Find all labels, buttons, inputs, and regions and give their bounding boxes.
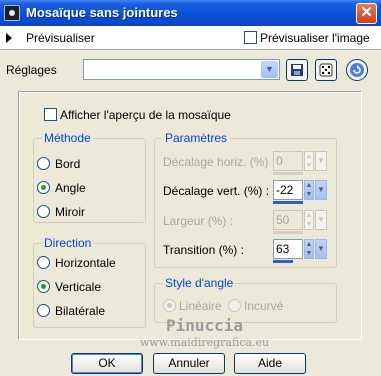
- method-mirror-radio[interactable]: [37, 205, 50, 218]
- horizontal-offset-dropdown[interactable]: ▼: [315, 151, 327, 171]
- vertical-offset-spin[interactable]: ▲ ▼: [304, 180, 314, 200]
- parameters-group-title: Paramètres: [163, 131, 230, 145]
- preview-image-checkbox[interactable]: [244, 31, 257, 44]
- save-preset-button[interactable]: [286, 59, 308, 81]
- vertical-offset-label: Décalage vert. (%) :: [163, 184, 270, 198]
- save-icon: [291, 64, 303, 76]
- angle-style-group-title: Style d'angle: [163, 276, 236, 290]
- direction-vertical-radio[interactable]: [37, 280, 50, 293]
- expand-arrow-icon[interactable]: [6, 33, 12, 43]
- horizontal-offset-spin[interactable]: ▲ ▼: [304, 151, 314, 171]
- help-button[interactable]: Aide: [234, 353, 306, 374]
- angle-linear-radio[interactable]: [163, 299, 176, 312]
- ok-button[interactable]: OK: [71, 353, 143, 374]
- direction-horizontal-label[interactable]: Horizontale: [55, 256, 116, 270]
- method-edge-label[interactable]: Bord: [55, 157, 80, 171]
- angle-curved-label[interactable]: Incurvé: [244, 299, 283, 313]
- angle-curved-radio[interactable]: [228, 299, 241, 312]
- settings-panel: Afficher l'aperçu de la mosaïque Méthode…: [19, 92, 362, 340]
- transition-spin[interactable]: ▲ ▼: [304, 239, 314, 259]
- transition-slider[interactable]: [273, 260, 293, 263]
- title-bar[interactable]: Mosaïque sans jointures ✕: [0, 0, 381, 26]
- direction-horizontal-radio[interactable]: [37, 256, 50, 269]
- transition-label: Transition (%) :: [163, 243, 244, 257]
- vertical-offset-dropdown[interactable]: ▼: [315, 180, 327, 200]
- method-edge-radio[interactable]: [37, 157, 50, 170]
- method-mirror-label[interactable]: Miroir: [55, 205, 85, 219]
- width-label: Largeur (%) :: [163, 214, 234, 228]
- randomize-button[interactable]: [315, 59, 337, 81]
- settings-dropdown[interactable]: ▼: [83, 59, 280, 80]
- horizontal-offset-label: Décalage horiz. (%) :: [163, 155, 276, 169]
- watermark-name: Pinuccia: [165, 316, 244, 335]
- transition-input[interactable]: 63: [273, 239, 303, 259]
- chevron-down-icon[interactable]: ▼: [261, 61, 278, 78]
- method-corner-label[interactable]: Angle: [55, 181, 86, 195]
- direction-vertical-label[interactable]: Verticale: [55, 280, 101, 294]
- width-spin[interactable]: ▲ ▼: [304, 210, 314, 230]
- settings-label: Réglages: [6, 63, 57, 77]
- show-tile-preview-label[interactable]: Afficher l'aperçu de la mosaïque: [60, 108, 231, 122]
- width-input[interactable]: 50: [273, 210, 303, 230]
- preview-row: Prévisualiser Prévisualiser l'image: [0, 26, 381, 50]
- width-slider[interactable]: [273, 231, 303, 234]
- cancel-button[interactable]: Annuler: [153, 353, 225, 374]
- vertical-offset-input[interactable]: -22: [273, 180, 303, 200]
- settings-row: Réglages ▼: [0, 51, 381, 85]
- transition-dropdown[interactable]: ▼: [315, 239, 327, 259]
- reset-icon: [350, 63, 364, 77]
- method-group-title: Méthode: [42, 131, 93, 145]
- show-tile-preview-checkbox[interactable]: [44, 108, 57, 121]
- direction-group-title: Direction: [42, 236, 94, 250]
- method-corner-radio[interactable]: [37, 181, 50, 194]
- width-dropdown[interactable]: ▼: [315, 210, 327, 230]
- preview-image-label[interactable]: Prévisualiser l'image: [260, 31, 370, 45]
- random-dice-icon: [319, 63, 333, 77]
- watermark-site: www.maidiregrafica.eu: [139, 336, 270, 349]
- reset-button[interactable]: [346, 59, 368, 81]
- preview-toggle-label[interactable]: Prévisualiser: [26, 31, 95, 45]
- horizontal-offset-slider[interactable]: [273, 172, 303, 175]
- window-title: Mosaïque sans jointures: [26, 5, 178, 20]
- method-group: Méthode Bord Angle Miroir: [33, 131, 146, 223]
- parameters-group: Paramètres Décalage horiz. (%) : 0 ▲ ▼ ▼ …: [154, 131, 337, 268]
- angle-linear-label[interactable]: Linéaire: [179, 299, 222, 313]
- horizontal-offset-input[interactable]: 0: [273, 151, 303, 171]
- vertical-offset-slider[interactable]: [273, 201, 303, 204]
- app-icon: [4, 5, 20, 21]
- close-icon[interactable]: ✕: [356, 3, 377, 24]
